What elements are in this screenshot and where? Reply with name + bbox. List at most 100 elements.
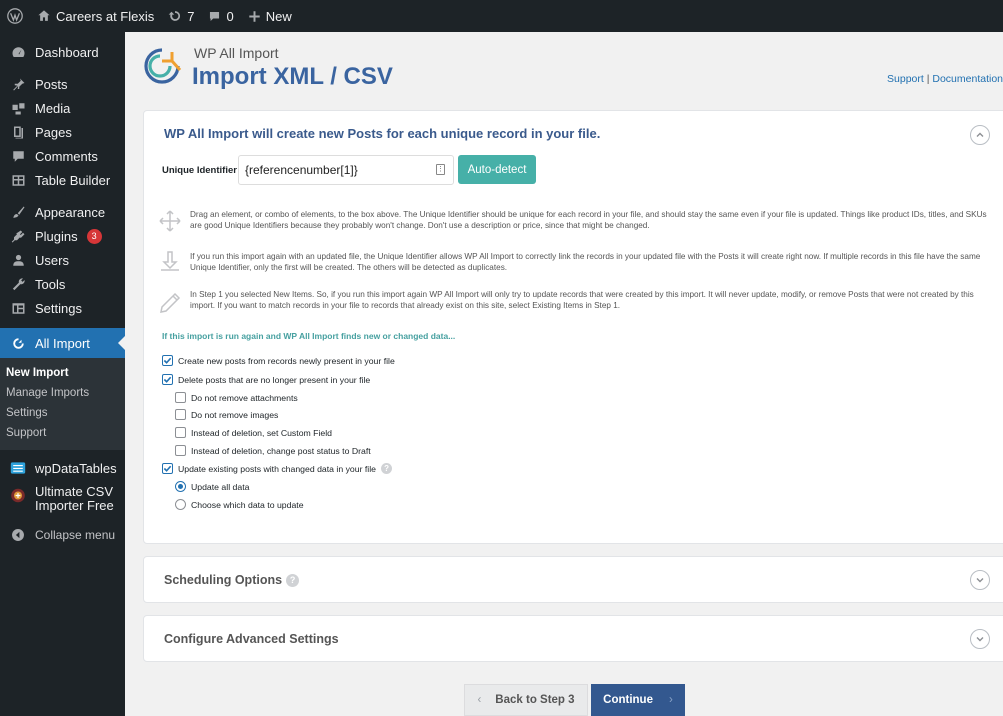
sidebar-item-dashboard[interactable]: Dashboard — [0, 40, 125, 64]
sidebar-item-table-builder[interactable]: Table Builder — [0, 168, 125, 192]
new-content-link[interactable]: New — [241, 0, 299, 32]
sidebar-item-users[interactable]: Users — [0, 248, 125, 272]
submenu-settings[interactable]: Settings — [0, 403, 125, 423]
updates-icon — [168, 11, 181, 21]
wordpress-logo-button[interactable] — [0, 0, 30, 32]
choose-data-radio[interactable] — [175, 499, 186, 510]
sidebar-item-settings[interactable]: Settings — [0, 296, 125, 320]
collapse-panel-button[interactable] — [970, 125, 990, 145]
collapse-icon — [10, 527, 26, 543]
sidebar-item-wpdatatables[interactable]: wpDataTables — [0, 456, 125, 480]
hint-new-items: In Step 1 you selected New Items. So, if… — [190, 290, 974, 310]
sidebar-label-posts: Posts — [35, 76, 68, 92]
comments-link[interactable]: 0 — [201, 0, 240, 32]
csv-importer-icon — [10, 487, 26, 503]
delete-missing-checkbox[interactable] — [162, 374, 173, 385]
sidebar-item-pages[interactable]: Pages — [0, 120, 125, 144]
update-all-data-radio[interactable] — [175, 481, 186, 492]
help-icon[interactable]: ? — [286, 573, 300, 587]
chevron-down-icon — [976, 578, 984, 583]
sidebar-label-wpdatatables: wpDataTables — [35, 460, 117, 476]
page-title: Import XML / CSV — [192, 63, 393, 90]
scheduling-options-label: Scheduling Options — [164, 573, 283, 587]
choose-data-label: Choose which data to update — [191, 499, 304, 510]
sidebar-item-ultimate-csv[interactable]: Ultimate CSV Importer Free — [0, 485, 125, 517]
delete-missing-label: Delete posts that are no longer present … — [178, 374, 371, 385]
keep-attachments-checkbox[interactable] — [175, 392, 186, 403]
submenu-new-import[interactable]: New Import — [0, 363, 125, 383]
unique-identifier-label: Unique Identifier — [162, 165, 237, 176]
keep-images-option[interactable]: Do not remove images — [175, 409, 278, 420]
comment-icon — [210, 11, 220, 21]
sidebar-label-users: Users — [35, 252, 69, 268]
sidebar-label-all-import: All Import — [35, 335, 90, 351]
create-new-posts-checkbox[interactable] — [162, 355, 173, 366]
submenu-manage-imports[interactable]: Manage Imports — [0, 383, 125, 403]
sidebar-label-appearance: Appearance — [35, 204, 106, 220]
scheduling-options-panel[interactable]: Scheduling Options ? — [143, 556, 1003, 603]
table-icon — [10, 172, 26, 188]
new-label: New — [265, 8, 292, 24]
hint-import-again: If you run this import again with an upd… — [190, 252, 981, 272]
support-link[interactable]: Support — [887, 73, 924, 85]
create-new-posts-option[interactable]: Create new posts from records newly pres… — [162, 355, 395, 366]
documentation-link[interactable]: Documentation — [932, 73, 1003, 85]
import-again-icon — [158, 249, 182, 273]
sidebar-item-posts[interactable]: Posts — [0, 72, 125, 96]
unique-identifier-input[interactable] — [238, 155, 454, 185]
wordpress-icon — [7, 8, 23, 24]
advanced-settings-panel[interactable]: Configure Advanced Settings — [143, 615, 1003, 662]
set-custom-field-checkbox[interactable] — [175, 427, 186, 438]
update-existing-option[interactable]: Update existing posts with changed data … — [162, 463, 393, 474]
sidebar-label-comments: Comments — [35, 148, 98, 164]
update-existing-checkbox[interactable] — [162, 463, 173, 474]
choose-data-option[interactable]: Choose which data to update — [175, 499, 304, 510]
dashboard-icon — [10, 44, 26, 60]
expand-advanced-button[interactable] — [970, 629, 990, 649]
updates-link[interactable]: 7 — [161, 0, 201, 32]
update-all-data-label: Update all data — [191, 481, 250, 492]
users-icon — [10, 252, 26, 268]
sidebar-label-pages: Pages — [35, 124, 72, 140]
sidebar-item-tools[interactable]: Tools — [0, 272, 125, 296]
site-name: Careers at Flexis — [56, 8, 155, 24]
sidebar-label-dashboard: Dashboard — [35, 44, 99, 60]
keep-images-checkbox[interactable] — [175, 409, 186, 420]
change-to-draft-label: Instead of deletion, change post status … — [191, 445, 371, 456]
auto-detect-button[interactable]: Auto-detect — [458, 155, 536, 184]
advanced-settings-label: Configure Advanced Settings — [164, 632, 339, 646]
chevron-left-icon: ‹ — [477, 694, 482, 706]
set-custom-field-option[interactable]: Instead of deletion, set Custom Field — [175, 427, 332, 438]
panel-heading: WP All Import will create new Posts for … — [164, 126, 601, 141]
update-all-data-option[interactable]: Update all data — [175, 481, 249, 492]
plugins-update-badge: 3 — [86, 228, 102, 244]
site-name-link[interactable]: Careers at Flexis — [30, 0, 161, 32]
scheduling-options-title: Scheduling Options ? — [164, 573, 300, 587]
brush-icon — [10, 204, 26, 220]
sidebar-item-appearance[interactable]: Appearance — [0, 200, 125, 224]
sidebar-item-all-import[interactable]: All Import — [0, 328, 125, 358]
continue-button[interactable]: Continue › — [591, 684, 685, 716]
sidebar-item-media[interactable]: Media — [0, 96, 125, 120]
settings-icon — [10, 300, 26, 316]
sidebar-item-comments[interactable]: Comments — [0, 144, 125, 168]
sidebar-label-ultimate-csv: Ultimate CSV Importer Free — [35, 484, 114, 513]
update-behaviour-question: If this import is run again and WP All I… — [162, 331, 456, 341]
back-to-step-3-button[interactable]: ‹ Back to Step 3 — [464, 684, 588, 716]
sidebar-label-settings: Settings — [35, 300, 82, 316]
change-to-draft-option[interactable]: Instead of deletion, change post status … — [175, 445, 371, 456]
media-icon — [10, 100, 26, 116]
set-custom-field-label: Instead of deletion, set Custom Field — [191, 427, 333, 438]
create-new-posts-label: Create new posts from records newly pres… — [178, 355, 395, 366]
change-to-draft-checkbox[interactable] — [175, 445, 186, 456]
collapse-menu-button[interactable]: Collapse menu — [0, 523, 125, 547]
field-menu-icon[interactable]: ⋮ — [436, 164, 445, 175]
keep-attachments-option[interactable]: Do not remove attachments — [175, 392, 298, 403]
expand-scheduling-button[interactable] — [970, 570, 990, 590]
continue-label: Continue — [603, 694, 653, 706]
submenu-support[interactable]: Support — [0, 423, 125, 443]
help-icon[interactable]: ? — [381, 463, 393, 474]
sidebar-item-plugins[interactable]: Plugins 3 — [0, 224, 125, 248]
delete-missing-option[interactable]: Delete posts that are no longer present … — [162, 374, 370, 385]
plugin-icon — [10, 228, 26, 244]
